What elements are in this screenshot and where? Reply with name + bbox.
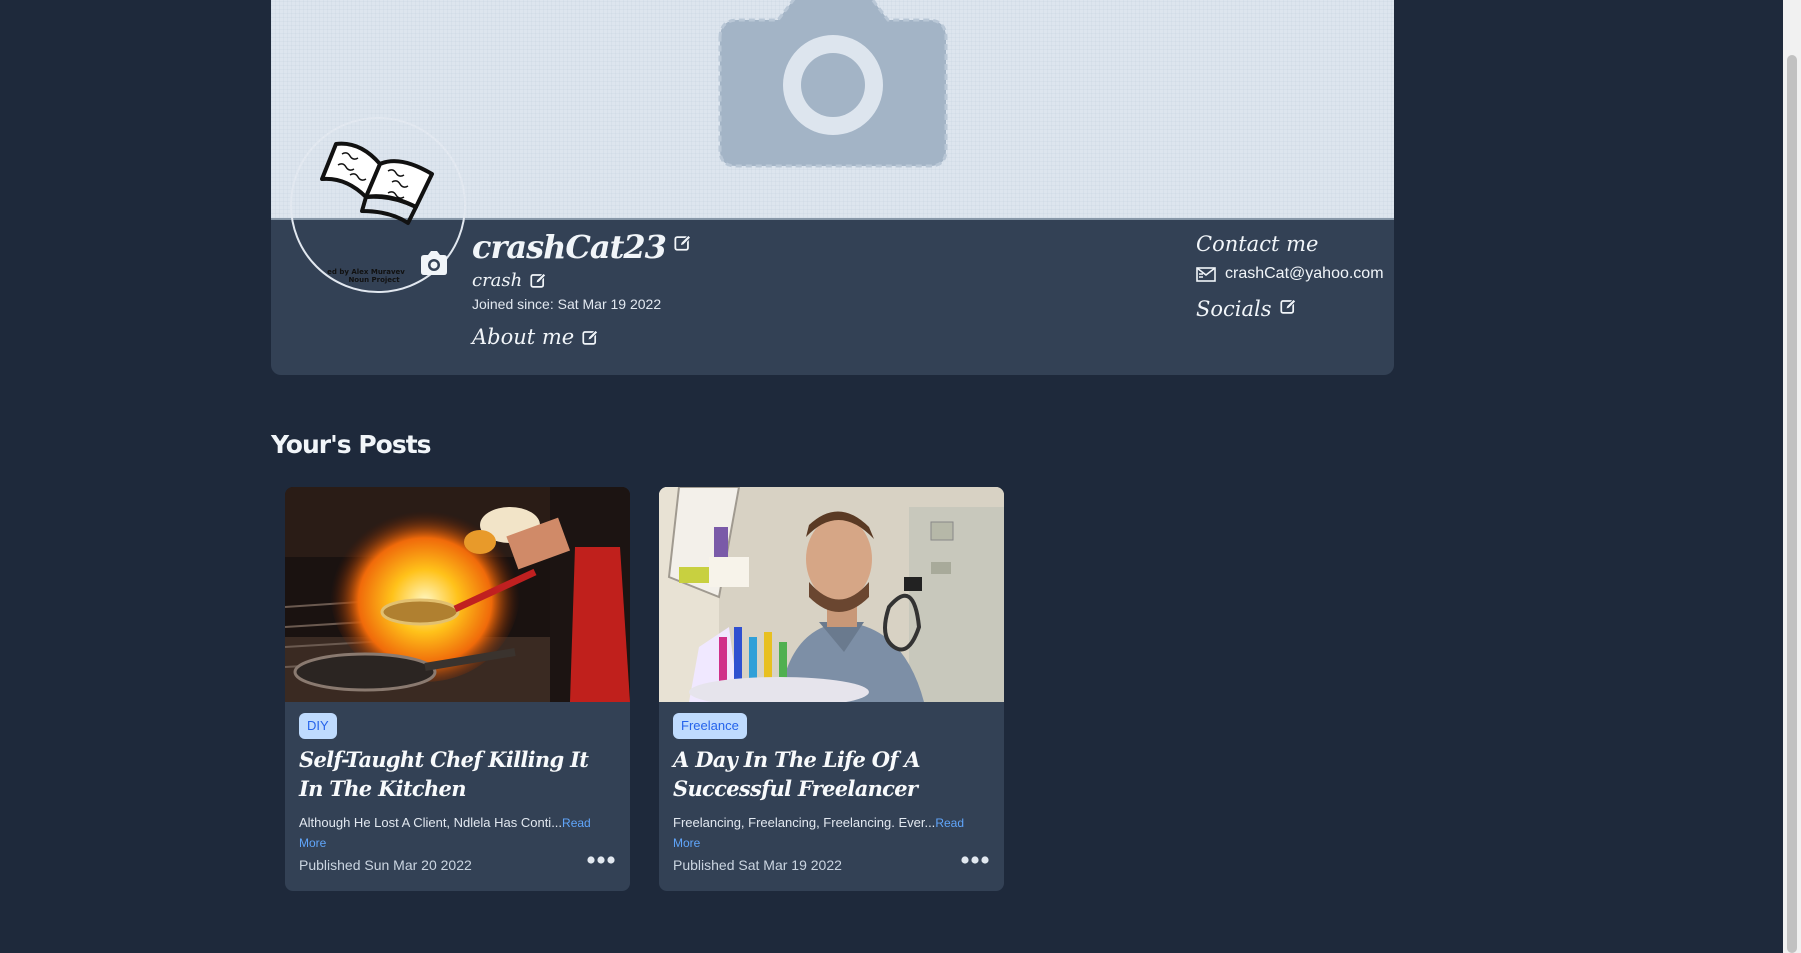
edit-about-icon[interactable]: [582, 329, 599, 346]
posts-section-title: Your's Posts: [271, 430, 432, 459]
post-image-chef[interactable]: [285, 487, 630, 702]
cover-camera-icon[interactable]: [708, 0, 958, 176]
about-me-label: About me: [472, 325, 575, 349]
post-card[interactable]: Freelance A Day In The Life Of A Success…: [659, 487, 1004, 891]
username: crashCat23: [472, 228, 667, 266]
more-dots-icon[interactable]: [961, 854, 989, 866]
page-scrollbar[interactable]: [1783, 0, 1801, 953]
about-row: About me: [472, 325, 599, 349]
category-badge[interactable]: DIY: [299, 713, 337, 739]
email-row: crashCat@yahoo.com: [1196, 265, 1384, 283]
post-title[interactable]: A Day In The Life Of A Successful Freela…: [673, 745, 990, 803]
published-date: Published Sun Mar 20 2022: [299, 857, 472, 873]
joined-date: Joined since: Sat Mar 19 2022: [472, 296, 662, 312]
post-excerpt: Freelancing, Freelancing, Freelancing. E…: [673, 813, 990, 853]
published-date: Published Sat Mar 19 2022: [673, 857, 842, 873]
avatar-caption-2: Noun Project: [348, 276, 400, 284]
post-title[interactable]: Self-Taught Chef Killing It In The Kitch…: [299, 745, 616, 803]
avatar-caption-1: ed by Alex Muravev: [327, 268, 405, 276]
edit-nickname-icon[interactable]: [530, 272, 547, 289]
nickname: crash: [472, 270, 523, 291]
profile-card: ed by Alex Muravev Noun Project crashCat…: [271, 117, 1394, 375]
more-dots-icon[interactable]: [587, 854, 615, 866]
contact-title: Contact me: [1196, 232, 1319, 256]
post-body: Freelance A Day In The Life Of A Success…: [673, 713, 990, 853]
post-image-freelancer[interactable]: [659, 487, 1004, 702]
mail-icon: [1196, 266, 1216, 282]
post-card[interactable]: DIY Self-Taught Chef Killing It In The K…: [285, 487, 630, 891]
socials-label: Socials: [1196, 297, 1272, 321]
contact-email[interactable]: crashCat@yahoo.com: [1225, 265, 1384, 283]
post-excerpt-text: Although He Lost A Client, Ndlela Has Co…: [299, 815, 563, 830]
nickname-row: crash: [472, 270, 547, 291]
edit-username-icon[interactable]: [674, 234, 692, 252]
post-excerpt-text: Freelancing, Freelancing, Freelancing. E…: [673, 815, 936, 830]
scrollbar-thumb[interactable]: [1787, 55, 1797, 953]
post-excerpt: Although He Lost A Client, Ndlela Has Co…: [299, 813, 616, 853]
socials-row: Socials: [1196, 297, 1384, 321]
edit-socials-icon[interactable]: [1279, 298, 1297, 315]
post-body: DIY Self-Taught Chef Killing It In The K…: [299, 713, 616, 853]
category-badge[interactable]: Freelance: [673, 713, 747, 739]
username-row: crashCat23: [472, 228, 692, 266]
avatar-camera-icon[interactable]: [418, 249, 450, 277]
contact-section: Contact me crashCat@yahoo.com Socials: [1196, 232, 1384, 321]
